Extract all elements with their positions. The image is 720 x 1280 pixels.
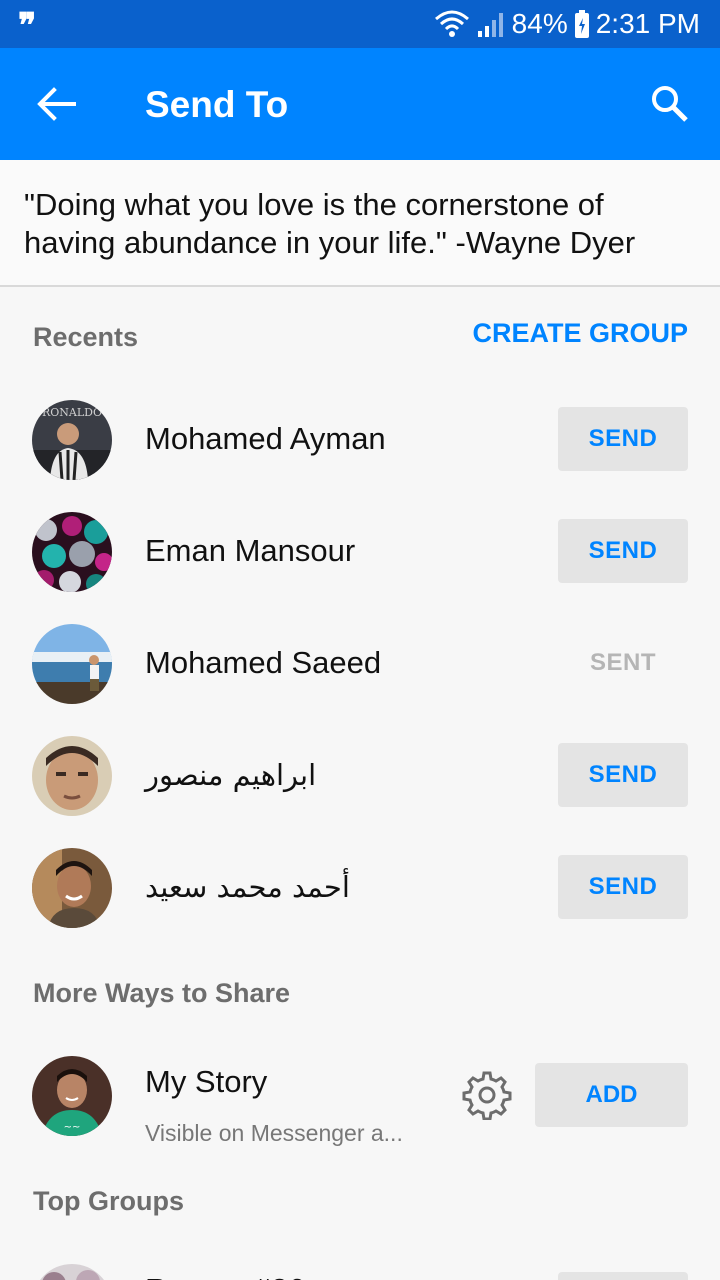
- svg-text:RONALDO: RONALDO: [42, 406, 102, 419]
- group-name: Rooom #26: [145, 1270, 305, 1280]
- contact-name: Mohamed Saeed: [145, 645, 382, 680]
- my-story-title: My Story: [145, 1064, 268, 1099]
- signal-icon: [477, 13, 503, 37]
- send-button[interactable]: [558, 1272, 688, 1280]
- recents-label: Recents: [33, 322, 139, 352]
- avatar: RONALDO: [32, 400, 112, 480]
- page-title: Send To: [145, 84, 289, 125]
- send-button[interactable]: SEND: [558, 743, 688, 807]
- avatar: ~~: [32, 1056, 112, 1136]
- contact-name: أحمد محمد سعيد: [145, 870, 350, 904]
- battery-icon: [574, 10, 589, 38]
- my-story-row: ~~ My Story Visible on Messenger a... AD…: [0, 1040, 720, 1152]
- contact-row: RONALDO Mohamed Ayman SEND: [0, 384, 720, 496]
- more-ways-label: More Ways to Share: [33, 978, 291, 1008]
- top-groups-label: Top Groups: [33, 1186, 184, 1216]
- group-row: Rooom #26: [0, 1252, 720, 1280]
- status-bar: ❞ 84% 2:31 PM: [0, 0, 720, 48]
- contact-row: Mohamed Saeed SENT: [0, 608, 720, 720]
- clock: 2:31 PM: [595, 8, 700, 39]
- my-story-subtitle: Visible on Messenger a...: [145, 1120, 403, 1146]
- contact-name: Mohamed Ayman: [145, 421, 386, 456]
- app-bar: Send To: [0, 48, 720, 160]
- send-button[interactable]: SEND: [558, 407, 688, 471]
- contact-row: Eman Mansour SEND: [0, 496, 720, 608]
- svg-text:~~: ~~: [64, 1122, 81, 1133]
- avatar: [32, 1264, 112, 1280]
- add-to-story-button[interactable]: ADD: [535, 1063, 688, 1127]
- avatar: [32, 736, 112, 816]
- avatar: [32, 512, 112, 592]
- search-icon[interactable]: [650, 84, 690, 124]
- shared-quote-text: "Doing what you love is the cornerstone …: [0, 160, 720, 287]
- avatar: [32, 624, 112, 704]
- gear-icon[interactable]: [462, 1070, 512, 1120]
- contact-row: أحمد محمد سعيد SEND: [0, 832, 720, 944]
- send-button[interactable]: SEND: [558, 519, 688, 583]
- battery-percent: 84%: [511, 8, 568, 39]
- contact-name: Eman Mansour: [145, 533, 356, 568]
- send-button[interactable]: SEND: [558, 855, 688, 919]
- back-arrow-icon[interactable]: [34, 84, 78, 124]
- wifi-icon: [434, 10, 469, 37]
- sent-status: SENT: [589, 649, 656, 676]
- status-right: 84% 2:31 PM: [434, 0, 700, 48]
- quote-notification-icon: ❞: [18, 6, 37, 46]
- contact-row: ابراهيم منصور SEND: [0, 720, 720, 832]
- contact-name: ابراهيم منصور: [145, 758, 317, 792]
- avatar: [32, 848, 112, 928]
- create-group-button[interactable]: CREATE GROUP: [472, 318, 688, 349]
